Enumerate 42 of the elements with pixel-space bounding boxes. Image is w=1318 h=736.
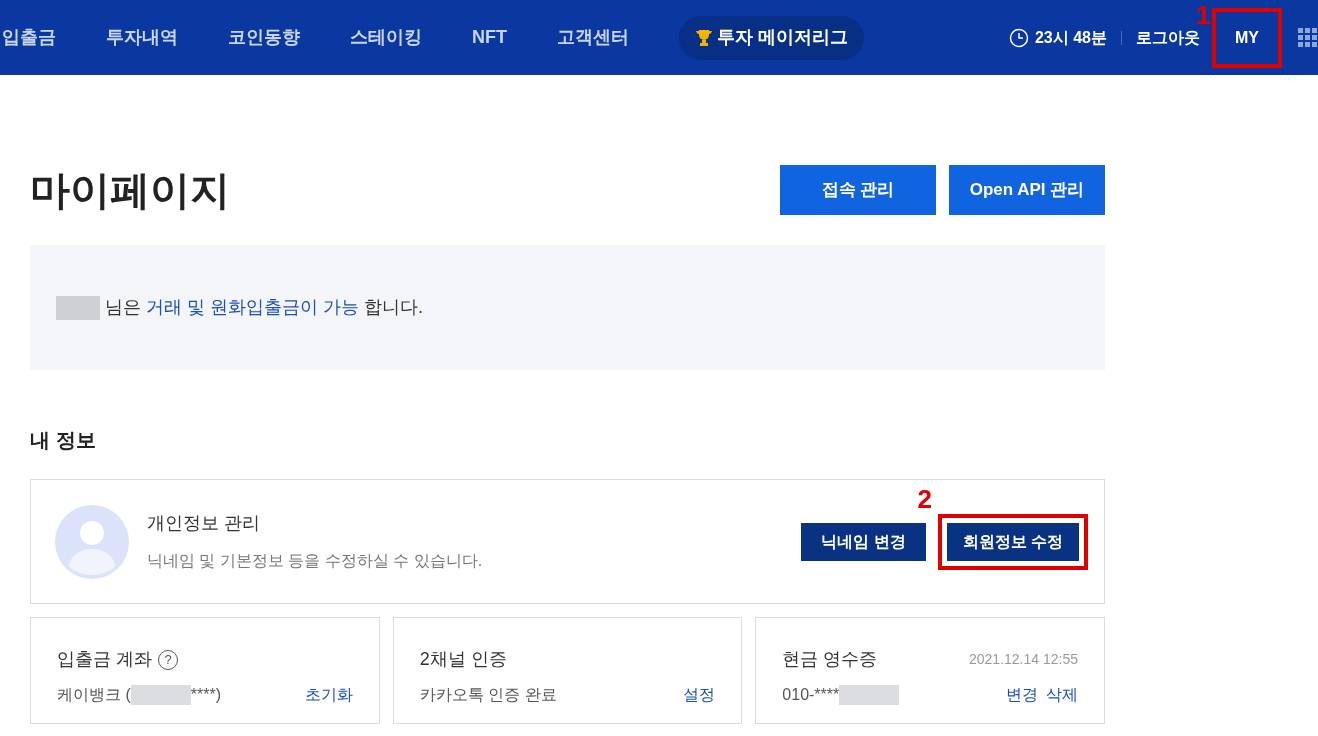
session-time: 23시 48분 (1034, 27, 1107, 48)
header-button[interactable]: Open API 관리 (949, 165, 1105, 215)
card-action-link[interactable]: 변경 (1006, 683, 1038, 707)
nav-link[interactable]: 입출금 (2, 24, 56, 51)
nav-link[interactable]: 스테이킹 (350, 24, 422, 51)
timestamp: 2021.12.14 12:55 (969, 650, 1078, 669)
redacted-value (130, 685, 191, 705)
section-title: 내 정보 (30, 428, 97, 453)
annotation-number: 1 (1196, 1, 1211, 28)
page-title: 마이페이지 (30, 167, 230, 214)
nav-link[interactable]: NFT (472, 24, 507, 51)
card-title: 현금 영수증 (782, 648, 878, 671)
profile-title: 개인정보 관리 (147, 512, 261, 535)
card-value: 010-**** (782, 685, 840, 705)
card-value: 카카오톡 인증 완료 (419, 685, 557, 705)
eligibility-link[interactable]: 거래 및 원화입출금이 가능 (146, 297, 360, 317)
nickname-button[interactable]: 닉네임 변경 (801, 522, 926, 561)
avatar-icon (55, 504, 129, 579)
annotation-box (1212, 7, 1282, 68)
redacted-name (56, 295, 100, 320)
eligibility-text: 님은 거래 및 원화입출금이 가능 합니다. (105, 296, 424, 319)
nav-link[interactable]: 고객센터 (557, 24, 629, 51)
card-title: 입출금 계좌 (57, 648, 152, 671)
card-action-link[interactable]: 삭제 (1046, 683, 1078, 707)
card-title: 2채널 인증 (419, 648, 507, 671)
nav-link[interactable]: 투자내역 (106, 24, 178, 51)
card-action-link[interactable]: 설정 (683, 683, 716, 707)
league-link[interactable]: 투자 메이저리그 (679, 15, 864, 60)
annotation-number: 2 (917, 485, 932, 512)
nav-link[interactable]: 코인동향 (228, 24, 300, 51)
trophy-icon (695, 28, 713, 47)
profile-description: 닉네임 및 기본정보 등을 수정하실 수 있습니다. (147, 551, 483, 571)
card-value: 케이뱅크 ( (57, 685, 131, 705)
card-value: ****) (190, 685, 221, 705)
my-page-link[interactable]: MY (1235, 25, 1259, 50)
edit-member-button[interactable]: 회원정보 수정 (946, 522, 1079, 561)
logout-link[interactable]: 로그아웃 (1136, 25, 1200, 50)
apps-grid-icon[interactable] (1298, 27, 1318, 48)
card-action-link[interactable]: 초기화 (304, 683, 353, 707)
header-button[interactable]: 접속 관리 (780, 165, 936, 215)
redacted-value (839, 685, 900, 705)
clock-icon (1008, 27, 1029, 48)
